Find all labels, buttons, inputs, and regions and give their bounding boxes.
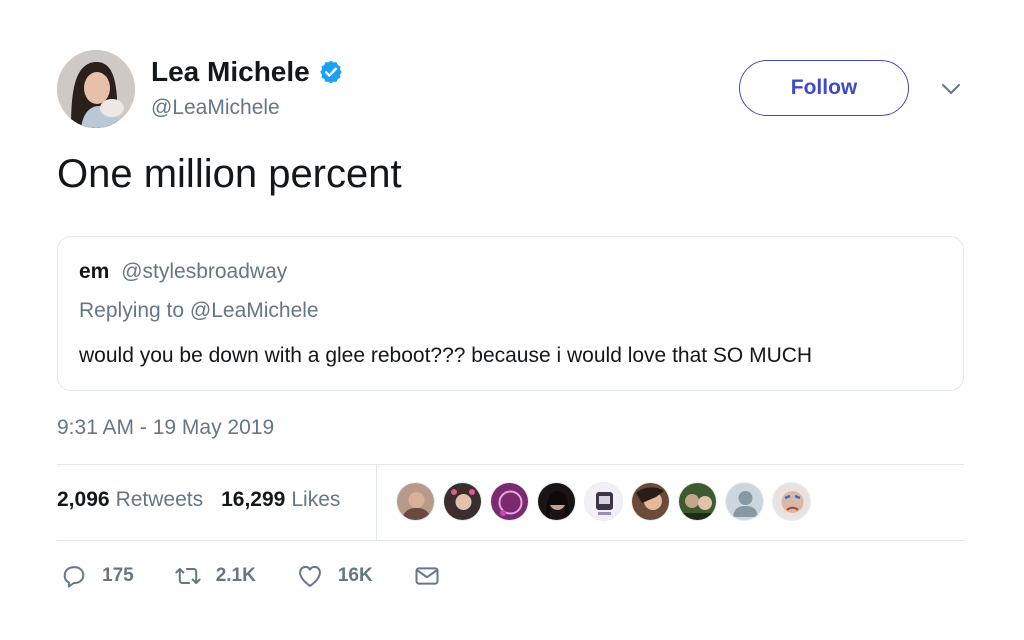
tweet-actions: 175 2.1K 16K	[60, 562, 481, 590]
liker-avatar[interactable]	[443, 482, 482, 521]
quoted-tweet-card[interactable]: em @stylesbroadway Replying to @LeaMiche…	[57, 236, 964, 391]
verified-badge-icon	[320, 60, 342, 84]
chevron-down-icon[interactable]	[940, 80, 962, 98]
liker-avatar-7	[679, 483, 716, 520]
liker-avatar-9	[773, 483, 810, 520]
retweets-stat[interactable]: 2,096 Retweets	[57, 488, 203, 512]
author-name[interactable]: Lea Michele	[151, 56, 310, 88]
liker-avatar[interactable]	[678, 482, 717, 521]
liker-avatars	[396, 482, 819, 521]
retweets-label: Retweets	[115, 488, 204, 511]
likes-label: Likes	[291, 488, 341, 511]
direct-message-action[interactable]	[413, 562, 441, 590]
liker-avatar-2	[444, 483, 481, 520]
quoted-tweet-author: em @stylesbroadway	[79, 260, 287, 284]
liker-avatar[interactable]	[396, 482, 435, 521]
replying-to-label: Replying to @LeaMichele	[79, 299, 319, 322]
divider-bottom	[57, 540, 964, 541]
tweet-text: One million percent	[57, 152, 402, 196]
liker-avatar[interactable]	[772, 482, 811, 521]
liker-avatar[interactable]	[631, 482, 670, 521]
retweet-action[interactable]: 2.1K	[174, 562, 256, 590]
tweet-header: Lea Michele @LeaMichele Follow	[57, 50, 967, 130]
quoted-tweet-text: would you be down with a glee reboot??? …	[79, 344, 813, 367]
liker-avatar-6	[632, 483, 669, 520]
quoted-author-handle: @stylesbroadway	[121, 260, 288, 283]
likes-stat[interactable]: 16,299 Likes	[221, 488, 340, 512]
retweets-count: 2,096	[57, 488, 110, 511]
tweet-stats: 2,096 Retweets 16,299 Likes	[57, 488, 358, 512]
heart-icon	[298, 565, 321, 587]
retweet-icon	[175, 568, 201, 584]
envelope-icon	[415, 567, 439, 585]
liker-avatar[interactable]	[584, 482, 623, 521]
liker-avatar[interactable]	[537, 482, 576, 521]
liker-avatar-4	[538, 483, 575, 520]
liker-avatar-8	[726, 483, 763, 520]
liker-avatar-5	[585, 483, 622, 520]
like-count: 16K	[337, 565, 373, 586]
author-name-row: Lea Michele	[151, 56, 344, 88]
author-avatar[interactable]	[57, 50, 135, 128]
follow-button[interactable]: Follow	[739, 60, 909, 116]
likes-count: 16,299	[221, 488, 286, 511]
like-action[interactable]: 16K	[296, 562, 373, 590]
reply-action[interactable]: 175	[60, 562, 134, 590]
tweet-timestamp[interactable]: 9:31 AM - 19 May 2019	[57, 416, 274, 440]
liker-avatar-1	[397, 483, 434, 520]
reply-icon	[63, 566, 85, 588]
quoted-author-name: em	[79, 260, 110, 283]
divider-top	[57, 464, 964, 465]
stats-vertical-divider	[376, 465, 377, 540]
liker-avatar[interactable]	[725, 482, 764, 521]
reply-count: 175	[102, 565, 134, 586]
author-handle[interactable]: @LeaMichele	[151, 96, 280, 120]
liker-avatar[interactable]	[490, 482, 529, 521]
liker-avatar-3	[491, 483, 528, 520]
retweet-count: 2.1K	[215, 565, 256, 586]
avatar-photo	[57, 50, 135, 128]
